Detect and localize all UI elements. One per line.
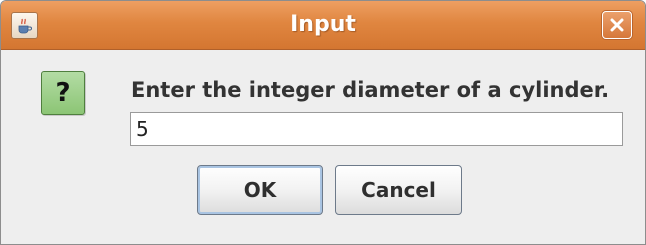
- cancel-button[interactable]: Cancel: [335, 165, 462, 215]
- input-dialog: Input ? Enter the integer diameter of a …: [0, 0, 646, 245]
- close-icon: [610, 18, 624, 32]
- question-icon: ?: [41, 71, 85, 115]
- close-button[interactable]: [602, 11, 632, 39]
- title-bar[interactable]: Input: [1, 1, 645, 50]
- ok-button[interactable]: OK: [197, 165, 323, 215]
- dialog-content: ? Enter the integer diameter of a cylind…: [1, 50, 645, 244]
- question-mark-glyph: ?: [55, 78, 71, 108]
- dialog-message: Enter the integer diameter of a cylinder…: [131, 78, 610, 102]
- diameter-input[interactable]: [130, 112, 623, 146]
- window-title: Input: [290, 12, 356, 37]
